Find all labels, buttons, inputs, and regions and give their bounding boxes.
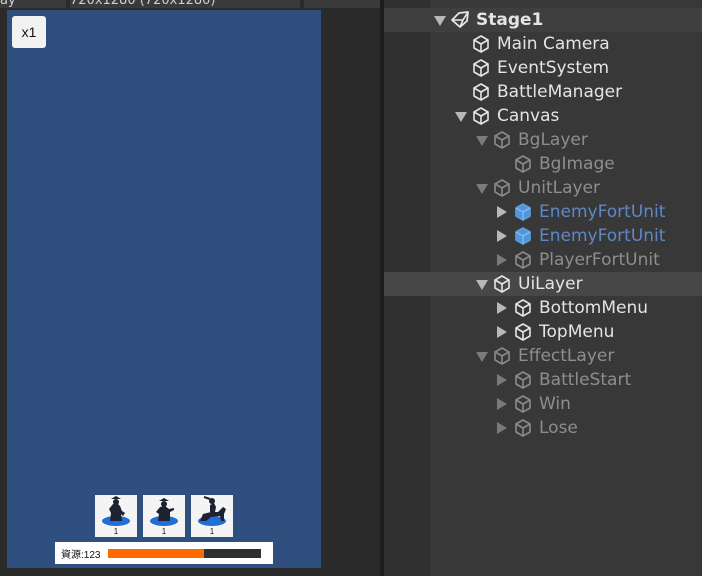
hierarchy-item-label: UiLayer (518, 274, 583, 294)
expand-arrow-right-icon[interactable] (497, 254, 507, 266)
hierarchy-item-lose[interactable]: Lose (384, 416, 702, 440)
gameobject-icon (492, 346, 512, 366)
resource-bar: 資源:123 (55, 542, 273, 564)
resolution-dropdown[interactable]: 720x1280 (720x1280) (70, 0, 300, 8)
hierarchy-item-label: BottomMenu (539, 298, 649, 318)
hierarchy-item-label: EnemyFortUnit (539, 202, 666, 222)
expand-arrow-right-icon[interactable] (497, 326, 507, 338)
cavalry-unit-icon (198, 496, 226, 526)
hierarchy-item-label: BattleManager (497, 82, 623, 102)
hierarchy-panel: Stage1 Main Camera EventSystem BattleManage… (384, 0, 702, 576)
gameobject-icon (471, 82, 491, 102)
expand-arrow-right-icon[interactable] (497, 398, 507, 410)
gameobject-icon (492, 274, 512, 294)
hierarchy-item-label: Main Camera (497, 34, 610, 54)
resolution-label: 720x1280 (720x1280) (70, 0, 216, 8)
game-view-panel: ay 720x1280 (720x1280) x1 1 1 1 資源:123 (0, 0, 380, 576)
hierarchy-item-stage1[interactable]: Stage1 (384, 8, 702, 32)
gameobject-icon (471, 58, 491, 78)
hierarchy-item-topmenu[interactable]: TopMenu (384, 320, 702, 344)
hierarchy-item-label: Stage1 (476, 10, 544, 30)
hierarchy-item-battlestart[interactable]: BattleStart (384, 368, 702, 392)
game-tab-label: ay (0, 0, 16, 8)
unit-card-cavalry[interactable]: 1 (191, 495, 233, 537)
gameobject-icon (513, 418, 533, 438)
unit-card-crossbow[interactable]: 1 (143, 495, 185, 537)
archer-unit-icon (102, 496, 130, 526)
gameobject-icon (513, 394, 533, 414)
hierarchy-item-bottommenu[interactable]: BottomMenu (384, 296, 702, 320)
unit-count: 1 (209, 527, 215, 536)
hierarchy-item-label: BgLayer (518, 130, 588, 150)
hierarchy-item-win[interactable]: Win (384, 392, 702, 416)
game-tab[interactable]: ay (0, 0, 66, 8)
scale-slider[interactable] (304, 0, 380, 8)
unit-count: 1 (113, 527, 119, 536)
game-canvas[interactable]: x1 1 1 1 資源:123 (7, 10, 321, 568)
gameobject-icon (513, 154, 533, 174)
gameobject-icon (492, 130, 512, 150)
resource-progress-fill (108, 549, 205, 558)
resource-label: 資源:123 (61, 550, 101, 561)
crossbow-unit-icon (150, 498, 178, 526)
expand-arrow-down-icon[interactable] (476, 136, 488, 146)
hierarchy-item-label: Canvas (497, 106, 560, 126)
hierarchy-item-enemyfortunit[interactable]: EnemyFortUnit (384, 200, 702, 224)
hierarchy-item-bgimage[interactable]: BgImage (384, 152, 702, 176)
gameobject-icon (471, 106, 491, 126)
hierarchy-item-main camera[interactable]: Main Camera (384, 32, 702, 56)
hierarchy-item-playerfortunit[interactable]: PlayerFortUnit (384, 248, 702, 272)
gameobject-icon (513, 250, 533, 270)
hierarchy-item-label: Win (539, 394, 571, 414)
hierarchy-item-label: EventSystem (497, 58, 610, 78)
hierarchy-item-enemyfortunit[interactable]: EnemyFortUnit (384, 224, 702, 248)
hierarchy-item-bglayer[interactable]: BgLayer (384, 128, 702, 152)
gameobject-icon (492, 178, 512, 198)
expand-arrow-right-icon[interactable] (497, 422, 507, 434)
prefab-icon (513, 226, 533, 246)
expand-arrow-down-icon[interactable] (476, 352, 488, 362)
resource-progress-track (108, 549, 261, 558)
hierarchy-item-canvas[interactable]: Canvas (384, 104, 702, 128)
gameobject-icon (513, 322, 533, 342)
hierarchy-item-eventsystem[interactable]: EventSystem (384, 56, 702, 80)
unit-card-archer[interactable]: 1 (95, 495, 137, 537)
hierarchy-item-effectlayer[interactable]: EffectLayer (384, 344, 702, 368)
expand-arrow-right-icon[interactable] (497, 374, 507, 386)
hierarchy-item-label: BgImage (539, 154, 615, 174)
expand-arrow-down-icon[interactable] (476, 280, 488, 290)
hierarchy-item-label: BattleStart (539, 370, 632, 390)
expand-arrow-down-icon[interactable] (455, 112, 467, 122)
unit-count: 1 (161, 527, 167, 536)
hierarchy-item-label: PlayerFortUnit (539, 250, 660, 270)
hierarchy-item-label: EnemyFortUnit (539, 226, 666, 246)
hierarchy-item-label: Lose (539, 418, 578, 438)
hierarchy-item-battlemanager[interactable]: BattleManager (384, 80, 702, 104)
gameobject-icon (471, 34, 491, 54)
expand-arrow-right-icon[interactable] (497, 302, 507, 314)
hierarchy-item-label: TopMenu (539, 322, 615, 342)
prefab-icon (513, 202, 533, 222)
hierarchy-item-label: EffectLayer (518, 346, 615, 366)
hierarchy-item-uilayer[interactable]: UiLayer (384, 272, 702, 296)
expand-arrow-down-icon[interactable] (476, 184, 488, 194)
hierarchy-item-label: UnitLayer (518, 178, 601, 198)
expand-arrow-right-icon[interactable] (497, 206, 507, 218)
expand-arrow-down-icon[interactable] (434, 16, 446, 26)
hierarchy-item-unitlayer[interactable]: UnitLayer (384, 176, 702, 200)
expand-arrow-right-icon[interactable] (497, 230, 507, 242)
gameobject-icon (513, 370, 533, 390)
unity-scene-icon (450, 10, 470, 30)
gameobject-icon (513, 298, 533, 318)
speed-button[interactable]: x1 (12, 16, 46, 48)
